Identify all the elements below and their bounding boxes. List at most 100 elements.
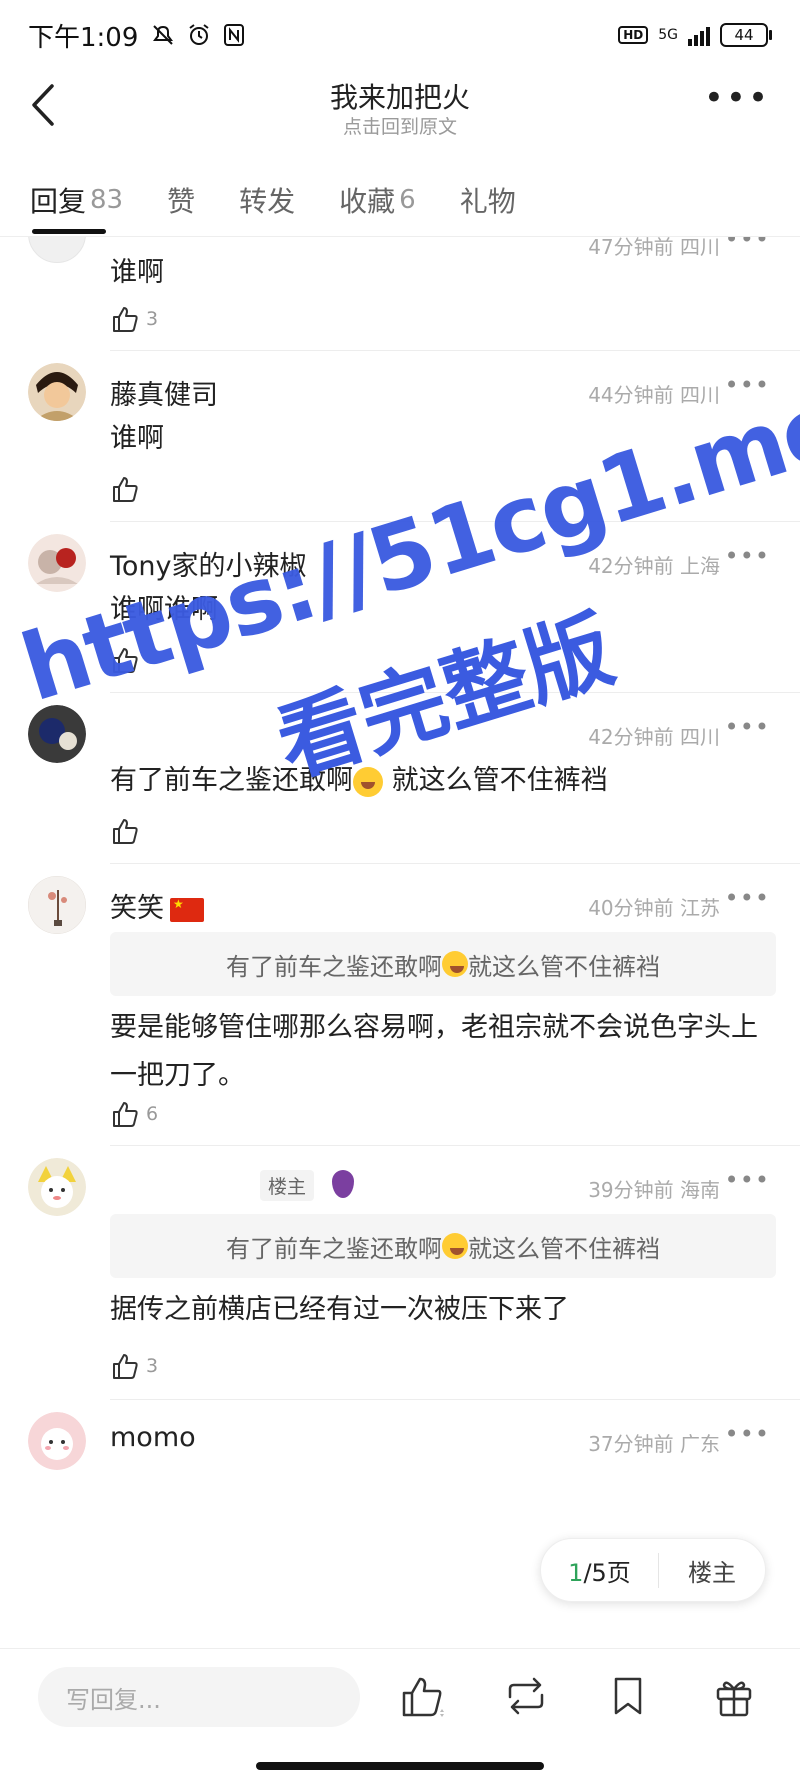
comment-more-icon[interactable]: •••	[725, 713, 770, 741]
tab-label: 赞	[167, 185, 196, 218]
thumbs-up-icon	[113, 648, 138, 673]
comment-meta: 39分钟前 海南	[588, 1178, 720, 1202]
like-button[interactable]: 3	[110, 1346, 158, 1386]
thumbs-up-icon	[113, 1102, 138, 1127]
like-button[interactable]	[110, 640, 140, 680]
comment-meta: 42分钟前 四川	[588, 725, 720, 749]
comment-more-icon[interactable]: •••	[725, 542, 770, 570]
comment-more-icon[interactable]: •••	[725, 1166, 770, 1194]
sweat-smile-emoji-icon	[353, 766, 383, 797]
thumbs-up-icon	[113, 819, 138, 844]
sweat-smile-emoji-icon	[442, 1233, 468, 1259]
nfc-icon	[224, 24, 245, 46]
comment-text: 要是能够管住哪那么容易啊，老祖宗就不会说色字头上一把刀了。	[110, 1012, 758, 1091]
comment-list[interactable]: 47分钟前 四川 ••• 谁啊 3 藤真健司 44分钟前 四川 ••• 谁啊 T…	[0, 237, 800, 1647]
avatar[interactable]	[28, 1158, 86, 1216]
avatar[interactable]	[28, 1412, 86, 1470]
total-pages: /5页	[583, 1558, 631, 1587]
tab-label: 礼物	[459, 185, 516, 218]
comment-author[interactable]: Tony家的小辣椒	[110, 544, 307, 583]
battery-level: 44	[734, 26, 754, 44]
page-number-button[interactable]: 1/5页	[541, 1552, 659, 1588]
comment-meta: 40分钟前 江苏	[588, 896, 720, 920]
comment-item: 笑笑 40分钟前 江苏 ••• 有了前车之鉴还敢啊 就这么管不住裤裆 要是能够管…	[28, 864, 800, 1146]
comment-author[interactable]: momo	[110, 1422, 196, 1453]
avatar[interactable]	[28, 363, 86, 421]
like-count: 6	[146, 1103, 159, 1125]
home-indicator	[256, 1762, 544, 1770]
comment-item: momo 37分钟前 广东 •••	[28, 1400, 800, 1520]
quote-text: 有了前车之鉴还敢啊	[226, 952, 442, 981]
comment-author[interactable]: 笑笑	[110, 886, 204, 925]
owner-badge: 楼主	[260, 1170, 315, 1201]
like-button[interactable]	[110, 469, 140, 509]
avatar[interactable]	[28, 876, 86, 934]
bottom-action-bar: 写回复...	[0, 1648, 800, 1778]
comment-text: 有了前车之鉴还敢啊 就这么管不住裤裆	[110, 757, 632, 805]
comment-meta: 47分钟前 四川	[588, 237, 720, 259]
comment-meta: 37分钟前 广东	[588, 1432, 720, 1456]
comment-text: 谁啊	[110, 423, 164, 454]
tab-favorites[interactable]: 收藏 6	[339, 160, 416, 240]
back-to-original-link[interactable]: 点击回到原文	[0, 112, 800, 139]
like-count: 3	[146, 308, 159, 330]
comment-more-icon[interactable]: •••	[725, 371, 770, 399]
comment-meta: 42分钟前 上海	[588, 554, 720, 578]
network-type: 5G	[658, 27, 678, 43]
repost-icon[interactable]	[502, 1671, 550, 1721]
comment-item: 47分钟前 四川 ••• 谁啊 3	[28, 237, 800, 351]
thumbs-up-icon	[113, 307, 138, 332]
like-count: 3	[146, 1355, 159, 1377]
comment-text-part: 就这么管不住裤裆	[383, 765, 608, 796]
comment-author[interactable]: 藤真健司	[110, 373, 218, 412]
quoted-comment[interactable]: 有了前车之鉴还敢啊 就这么管不住裤裆	[110, 932, 776, 996]
avatar[interactable]	[28, 237, 86, 263]
comment-item: 藤真健司 44分钟前 四川 ••• 谁啊	[28, 351, 800, 522]
comment-text: 谁啊谁啊	[110, 594, 218, 625]
comment-text: 谁啊	[110, 257, 164, 288]
signal-icon	[688, 24, 710, 46]
comment-item: 42分钟前 四川 ••• 有了前车之鉴还敢啊 就这么管不住裤裆	[28, 693, 800, 864]
avatar[interactable]	[28, 705, 86, 763]
hd-badge: HD	[618, 26, 649, 44]
more-options-icon[interactable]: •••	[704, 81, 770, 115]
thumbs-up-icon	[113, 1354, 138, 1379]
tab-likes[interactable]: 赞	[167, 160, 195, 240]
battery-icon: 44	[720, 23, 772, 47]
top-nav: 我来加把火 点击回到原文 •••	[0, 70, 800, 150]
china-flag-icon	[170, 897, 204, 922]
comment-item: Tony家的小辣椒 42分钟前 上海 ••• 谁啊谁啊	[28, 522, 800, 693]
comment-item: 楼主 39分钟前 海南 ••• 有了前车之鉴还敢啊 就这么管不住裤裆 据传之前横…	[28, 1146, 800, 1400]
owner-only-button[interactable]: 楼主	[659, 1553, 765, 1588]
tab-reposts[interactable]: 转发	[239, 160, 295, 240]
thumbs-up-icon	[113, 477, 138, 502]
gift-icon[interactable]	[710, 1671, 758, 1721]
quote-text: 有了前车之鉴还敢啊	[226, 1234, 442, 1263]
comment-more-icon[interactable]: •••	[725, 884, 770, 912]
tab-label: 收藏	[339, 185, 396, 218]
tab-label: 转发	[239, 185, 296, 218]
like-button[interactable]	[110, 811, 140, 851]
eggplant-icon	[332, 1170, 354, 1198]
bookmark-icon[interactable]	[604, 1671, 652, 1721]
tab-gifts[interactable]: 礼物	[460, 160, 516, 240]
current-page: 1	[568, 1558, 584, 1587]
status-time: 下午1:09	[28, 22, 139, 53]
tab-replies[interactable]: 回复 83	[30, 160, 123, 240]
comment-more-icon[interactable]: •••	[725, 1420, 770, 1448]
quote-text: 就这么管不住裤裆	[468, 1234, 660, 1263]
page-title: 我来加把火	[329, 81, 470, 114]
like-button[interactable]: 3	[110, 299, 158, 339]
avatar[interactable]	[28, 534, 86, 592]
tab-label: 回复	[30, 185, 87, 218]
status-bar: 下午1:09 HD 5G 44	[0, 0, 800, 70]
tab-count: 83	[90, 185, 124, 215]
comment-more-icon[interactable]: •••	[725, 237, 770, 253]
reply-input[interactable]: 写回复...	[38, 1667, 360, 1727]
mute-notification-icon	[153, 25, 174, 45]
comment-text-part: 有了前车之鉴还敢啊	[110, 765, 353, 796]
alarm-icon	[189, 24, 209, 45]
quoted-comment[interactable]: 有了前车之鉴还敢啊 就这么管不住裤裆	[110, 1214, 776, 1278]
like-post-icon[interactable]	[398, 1671, 446, 1721]
like-button[interactable]: 6	[110, 1094, 158, 1134]
